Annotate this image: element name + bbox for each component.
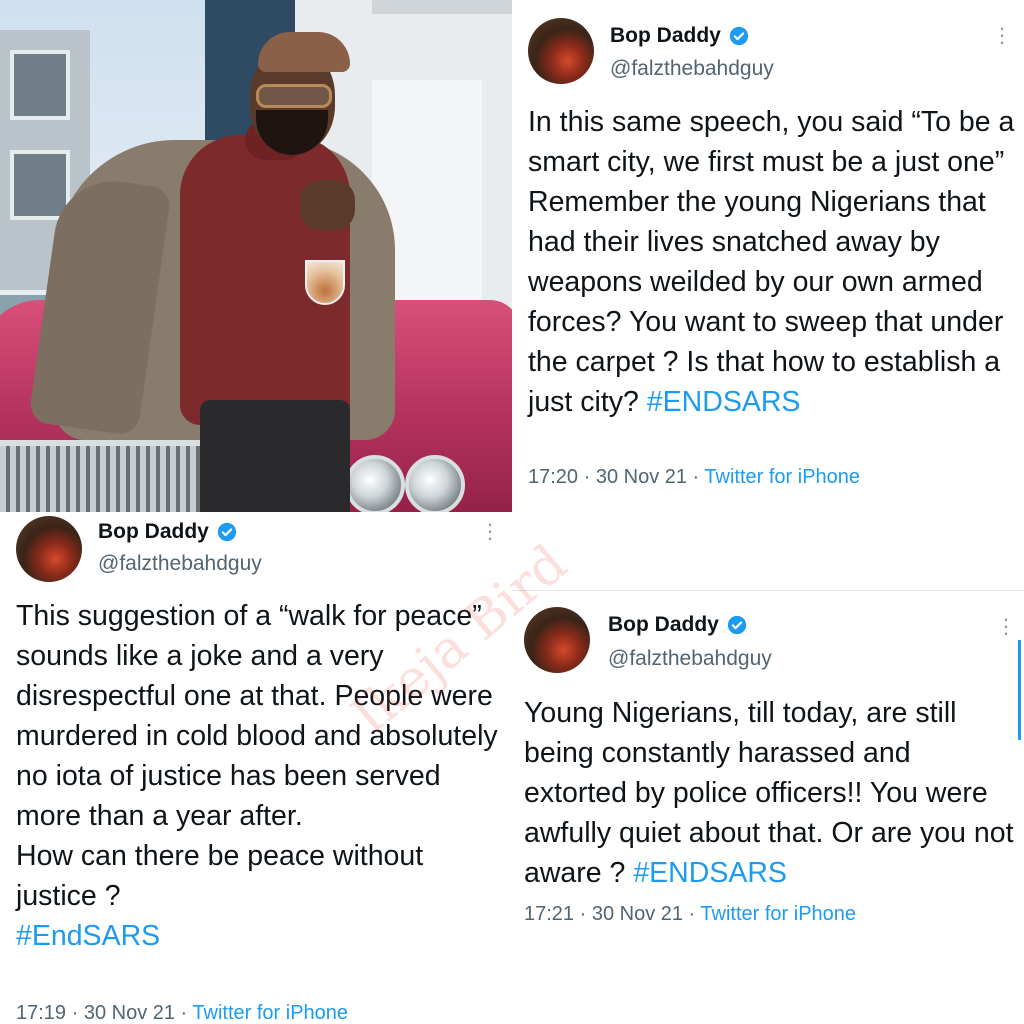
tweet-card[interactable]: Bop Daddy @falzthebahdguy ⋮ In this same… <box>512 0 1024 512</box>
building-window <box>10 50 70 120</box>
building-window <box>10 150 70 220</box>
more-options-icon[interactable]: ⋮ <box>996 617 1016 637</box>
tweet-text: This suggestion of a “walk for peace” so… <box>16 596 506 956</box>
wine-glass <box>305 260 345 305</box>
author-handle[interactable]: @falzthebahdguy <box>98 552 262 576</box>
tweet-text: Young Nigerians, till today, are still b… <box>524 693 1018 893</box>
more-options-icon[interactable]: ⋮ <box>480 522 500 542</box>
avatar[interactable] <box>16 516 82 582</box>
tweet-card[interactable]: Bop Daddy @falzthebahdguy ⋮ This suggest… <box>0 512 512 1024</box>
tweet-source-link[interactable]: Twitter for iPhone <box>192 1002 348 1024</box>
tweet-timestamp[interactable]: 17:19 · 30 Nov 21 · <box>16 1002 192 1024</box>
hashtag-link[interactable]: #ENDSARS <box>647 386 801 418</box>
author-row: Bop Daddy <box>610 24 749 48</box>
tweet-card[interactable]: Bop Daddy @falzthebahdguy ⋮ Young Nigeri… <box>512 590 1024 1024</box>
hashtag-link[interactable]: #EndSARS <box>16 920 160 952</box>
profile-photo <box>0 0 512 512</box>
tweet-text: In this same speech, you said “To be a s… <box>528 102 1018 422</box>
man-hand <box>300 180 355 230</box>
tweet-meta: 17:20 · 30 Nov 21 · Twitter for iPhone <box>528 466 860 489</box>
verified-badge-icon <box>727 615 747 635</box>
author-name[interactable]: Bop Daddy <box>98 520 209 544</box>
man-flat-cap <box>258 32 350 72</box>
verified-badge-icon <box>217 522 237 542</box>
more-options-icon[interactable]: ⋮ <box>992 26 1012 46</box>
car-headlight <box>405 455 465 512</box>
author-name[interactable]: Bop Daddy <box>610 24 721 48</box>
tweet-meta: 17:19 · 30 Nov 21 · Twitter for iPhone <box>16 1002 348 1024</box>
author-row: Bop Daddy <box>608 613 747 637</box>
verified-badge-icon <box>729 26 749 46</box>
hashtag-link[interactable]: #ENDSARS <box>633 857 787 889</box>
avatar[interactable] <box>524 607 590 673</box>
building-balcony <box>372 0 512 14</box>
tweet-text-content: In this same speech, you said “To be a s… <box>528 106 1015 418</box>
tweet-meta: 17:21 · 30 Nov 21 · Twitter for iPhone <box>524 903 856 926</box>
scroll-indicator <box>1018 640 1021 740</box>
author-name[interactable]: Bop Daddy <box>608 613 719 637</box>
tweet-timestamp[interactable]: 17:20 · 30 Nov 21 · <box>528 466 704 488</box>
tweet-source-link[interactable]: Twitter for iPhone <box>704 466 860 488</box>
man-glasses <box>256 84 332 108</box>
man-trousers <box>200 400 350 512</box>
car-headlight <box>345 455 405 512</box>
author-handle[interactable]: @falzthebahdguy <box>608 647 772 671</box>
author-handle[interactable]: @falzthebahdguy <box>610 57 774 81</box>
tweet-timestamp[interactable]: 17:21 · 30 Nov 21 · <box>524 903 700 925</box>
avatar[interactable] <box>528 18 594 84</box>
tweet-text-content: This suggestion of a “walk for peace” so… <box>16 600 498 912</box>
author-row: Bop Daddy <box>98 520 237 544</box>
tweet-source-link[interactable]: Twitter for iPhone <box>700 903 856 925</box>
